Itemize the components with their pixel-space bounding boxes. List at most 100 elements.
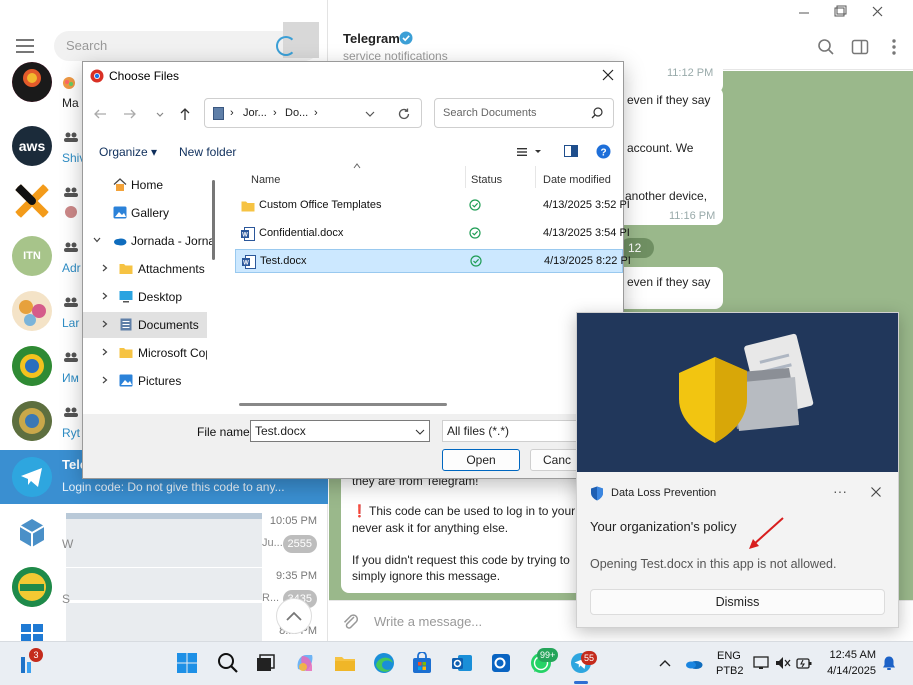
chevron-right-icon[interactable]: [101, 376, 109, 384]
cupom-avatar[interactable]: [12, 567, 52, 607]
file-row[interactable]: Custom Office Templates 4/13/2025 3:52 P…: [235, 194, 630, 218]
show-hidden-icons-chevron-up-icon[interactable]: [658, 656, 672, 670]
itn-avatar[interactable]: ITN: [12, 236, 52, 276]
attach-icon[interactable]: [341, 612, 359, 630]
view-options-icon[interactable]: [515, 145, 543, 159]
scroll-up-button[interactable]: [276, 598, 312, 634]
close-icon[interactable]: [601, 68, 615, 82]
chat-avatar[interactable]: [12, 291, 52, 331]
network-icon[interactable]: [753, 655, 769, 671]
copilot-icon[interactable]: [294, 652, 316, 674]
clock-time[interactable]: 12:45 AM: [822, 649, 876, 661]
chat-snippet: Им: [62, 371, 79, 385]
windows-taskbar: 3 99+ 55 ENG PTB2 12:45 AM 4/14/2025: [0, 641, 913, 685]
notification-bell-icon[interactable]: [881, 655, 897, 671]
tree-item-desktop[interactable]: Desktop: [83, 284, 207, 310]
more-vertical-icon[interactable]: [885, 38, 903, 56]
microsoft-store-icon[interactable]: [411, 652, 433, 674]
tree-item-gallery[interactable]: Gallery: [83, 200, 207, 226]
file-row-selected[interactable]: W Test.docx 4/13/2025 8:22 PI: [235, 249, 631, 273]
toast-message: Opening Test.docx in this app is not all…: [590, 557, 837, 571]
close-icon[interactable]: [870, 486, 882, 498]
file-row[interactable]: W Confidential.docx 4/13/2025 3:54 PI: [235, 222, 630, 246]
x-avatar[interactable]: [12, 181, 52, 221]
organize-button[interactable]: Organize ▾: [99, 145, 157, 159]
outlook-icon[interactable]: [451, 652, 473, 674]
search-icon[interactable]: [817, 38, 835, 56]
tree-item-attachments[interactable]: Attachments: [83, 256, 207, 282]
tree-item-microsoft-copilot[interactable]: Microsoft Cop: [83, 340, 207, 366]
file-name-label: File name:: [197, 425, 254, 439]
windows-avatar[interactable]: [12, 620, 52, 641]
keyboard-layout[interactable]: PTB2: [716, 665, 744, 677]
minimize-button[interactable]: [826, 4, 842, 20]
chat-snippet: Adr: [62, 261, 81, 275]
close-window-button[interactable]: [890, 4, 906, 20]
file-explorer-icon[interactable]: [334, 652, 356, 674]
volume-muted-icon[interactable]: [775, 655, 791, 671]
breadcrumb-item[interactable]: Do...: [285, 107, 308, 119]
documents-icon: [119, 318, 133, 331]
horizontal-scrollbar[interactable]: [239, 403, 447, 406]
task-view-icon[interactable]: [254, 652, 276, 674]
edge-icon[interactable]: [373, 652, 395, 674]
back-arrow-icon[interactable]: [93, 107, 107, 121]
chat-avatar[interactable]: [12, 512, 52, 552]
input-language[interactable]: ENG: [717, 650, 741, 662]
tree-item-home[interactable]: Home: [83, 172, 207, 198]
sidebar-toggle-icon[interactable]: [851, 38, 869, 56]
aws-avatar[interactable]: aws: [12, 126, 52, 166]
file-name-input[interactable]: Test.docx: [250, 420, 430, 442]
chevron-right-icon[interactable]: [101, 348, 109, 356]
chat-avatar[interactable]: [12, 62, 52, 102]
new-folder-button[interactable]: New folder: [179, 145, 236, 159]
tree-item-label: Jornada - Jornac: [131, 234, 213, 248]
chevron-right-icon[interactable]: [101, 292, 109, 300]
file-name: Custom Office Templates: [259, 199, 382, 211]
onedrive-icon[interactable]: [685, 656, 703, 670]
column-separator[interactable]: [465, 166, 466, 188]
search-placeholder: Search Documents: [443, 107, 537, 119]
chevron-right-icon[interactable]: [101, 264, 109, 272]
search-documents-input[interactable]: Search Documents: [434, 98, 614, 128]
dismiss-button[interactable]: Dismiss: [590, 589, 885, 615]
tree-item-documents[interactable]: Documents: [83, 312, 207, 338]
hamburger-menu-icon[interactable]: [16, 38, 36, 54]
chevron-down-icon[interactable]: [93, 236, 101, 244]
column-header-status[interactable]: Status: [471, 174, 502, 186]
sort-arrow-icon: [353, 163, 361, 169]
up-arrow-icon[interactable]: [178, 107, 192, 121]
message-text: If you didn't request this code by tryin…: [352, 553, 570, 567]
chevron-down-icon[interactable]: [365, 109, 375, 119]
forward-arrow-icon[interactable]: [123, 107, 137, 121]
outlook-classic-icon[interactable]: [490, 652, 512, 674]
chat-avatar[interactable]: [12, 401, 52, 441]
chat-snippet: R...: [262, 592, 280, 604]
help-icon[interactable]: ?: [596, 144, 611, 159]
search-icon[interactable]: [217, 652, 239, 674]
preview-pane-icon[interactable]: [564, 145, 578, 157]
column-header-name[interactable]: Name: [251, 174, 280, 186]
refresh-icon[interactable]: [397, 107, 411, 121]
chevron-down-icon[interactable]: [415, 428, 425, 436]
battery-icon[interactable]: [796, 655, 812, 671]
navigation-pane-scrollbar[interactable]: [212, 180, 215, 260]
breadcrumb-item[interactable]: Jor...: [243, 107, 267, 119]
open-button[interactable]: Open: [442, 449, 520, 471]
recent-dropdown-icon[interactable]: [153, 107, 167, 121]
file-type-select[interactable]: All files (*.*): [442, 420, 582, 442]
start-windows-icon[interactable]: [176, 652, 198, 674]
tree-item-pictures[interactable]: Pictures: [83, 368, 207, 394]
navigation-pane: Home Gallery Jornada - Jornac Attachment…: [83, 166, 215, 412]
tree-item-onedrive[interactable]: Jornada - Jornac: [83, 228, 213, 254]
maximize-button[interactable]: [858, 4, 874, 20]
column-separator[interactable]: [535, 166, 536, 188]
more-options-icon[interactable]: ···: [833, 483, 847, 499]
clock-date[interactable]: 4/14/2025: [822, 665, 876, 677]
address-bar[interactable]: › Jor... › Do... ›: [204, 98, 422, 128]
column-header-date[interactable]: Date modified: [543, 174, 611, 186]
message-input[interactable]: Write a message...: [374, 614, 482, 629]
chevron-right-icon[interactable]: [101, 320, 109, 328]
chat-avatar[interactable]: [12, 346, 52, 386]
redacted-block: [66, 568, 262, 600]
